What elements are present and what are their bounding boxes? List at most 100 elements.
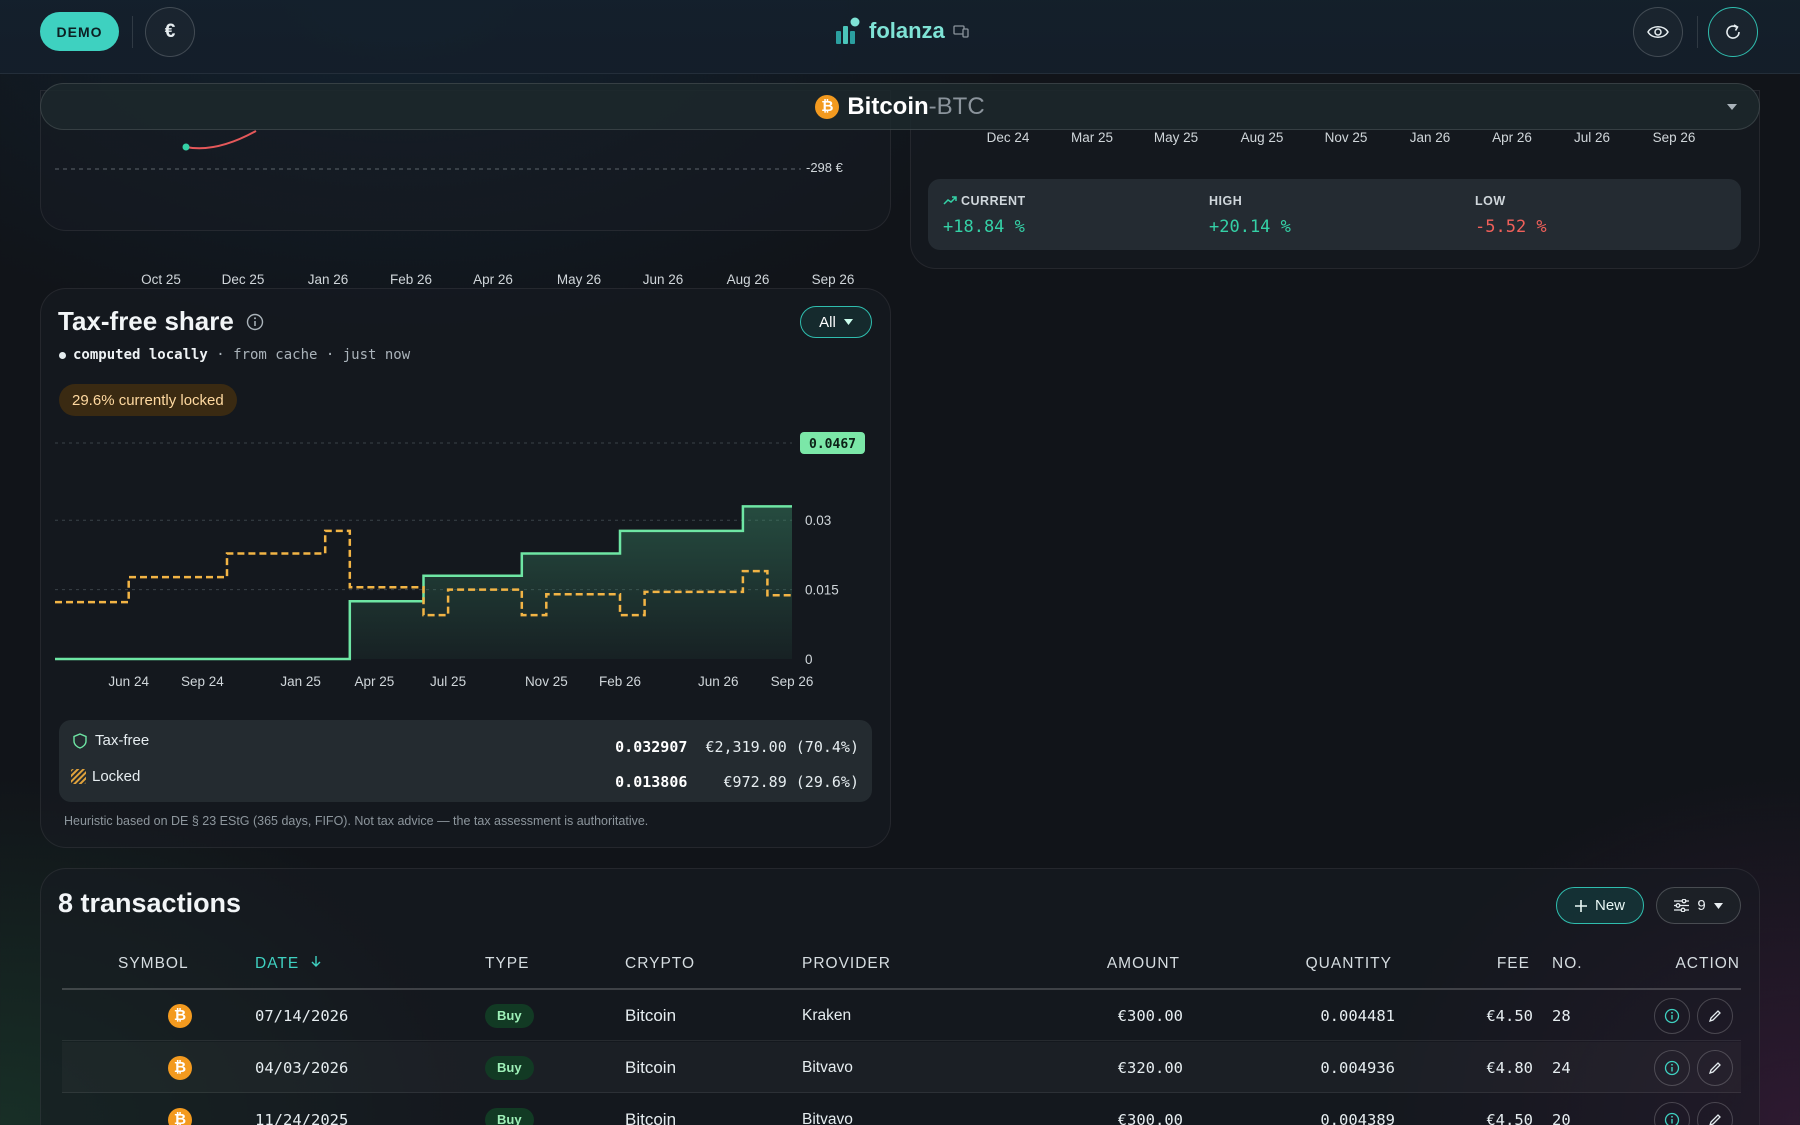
asset-name: Bitcoin xyxy=(847,92,929,120)
performance-x-tick: Nov 25 xyxy=(1324,130,1368,145)
stat-current-value: +18.84 % xyxy=(943,217,1025,237)
x-tick-label: Jun 24 xyxy=(108,674,149,689)
col-crypto[interactable]: CRYPTO xyxy=(625,955,695,973)
refresh-icon xyxy=(1726,24,1740,39)
type-badge: Buy xyxy=(485,1003,534,1028)
privacy-toggle-button[interactable] xyxy=(1633,7,1683,57)
x-tick-label: Apr 25 xyxy=(354,674,394,689)
performance-x-tick: May 25 xyxy=(1153,130,1199,145)
col-symbol[interactable]: SYMBOL xyxy=(118,955,189,973)
symbol-cell: ₿ xyxy=(140,990,220,1041)
symbol-cell: ₿ xyxy=(140,1094,220,1125)
y-tick-label: 0.015 xyxy=(805,583,839,598)
provider-cell: Kraken xyxy=(802,1006,852,1024)
edit-button[interactable] xyxy=(1697,1049,1733,1086)
crypto-cell: Bitcoin xyxy=(625,1057,677,1077)
stat-low-value: -5.52 % xyxy=(1475,217,1547,237)
tax-free-chart: 0 0.015 0.03 0.0467 Jun 24 Sep 24 Jan 25 Apr 25… xyxy=(55,432,865,689)
fee-cell: €4.50 xyxy=(1486,1110,1533,1125)
asset-selector[interactable]: ₿ Bitcoin - BTC xyxy=(40,83,1760,130)
trend-up-icon xyxy=(943,196,957,205)
new-transaction-label: New xyxy=(1594,897,1625,914)
col-type[interactable]: TYPE xyxy=(485,955,529,973)
tax-free-label: Tax-free xyxy=(95,732,150,749)
info-icon[interactable] xyxy=(246,313,264,331)
pencil-icon xyxy=(1708,1009,1721,1022)
sort-down-icon xyxy=(311,956,321,967)
col-amount[interactable]: AMOUNT xyxy=(1107,955,1180,973)
status-rest: · from cache · just now xyxy=(207,347,411,363)
plus-icon xyxy=(1574,899,1587,912)
chevron-down-icon xyxy=(1727,104,1737,110)
provider-cell: Bitvavo xyxy=(802,1058,853,1076)
amount-cell: €300.00 xyxy=(1117,1006,1183,1025)
pencil-icon xyxy=(1708,1061,1721,1074)
details-button[interactable] xyxy=(1654,1049,1690,1086)
bitcoin-icon: ₿ xyxy=(815,94,840,119)
edit-button[interactable] xyxy=(1697,997,1733,1034)
locked-label: Locked xyxy=(92,768,141,785)
x-tick-label: Feb 26 xyxy=(599,674,641,689)
profit-x-tick: Aug 26 xyxy=(726,272,770,287)
details-button[interactable] xyxy=(1654,1101,1690,1125)
asset-separator: - xyxy=(928,92,937,120)
brand: folanza xyxy=(835,14,969,48)
sliders-icon xyxy=(1674,899,1690,912)
col-provider[interactable]: PROVIDER xyxy=(802,955,891,973)
crypto-cell: Bitcoin xyxy=(625,1109,677,1125)
amount-cell: €320.00 xyxy=(1117,1058,1183,1077)
fee-cell: €4.50 xyxy=(1486,1006,1533,1025)
stat-low-label: LOW xyxy=(1475,194,1506,208)
profit-x-tick: May 26 xyxy=(556,272,602,287)
currency-button[interactable]: € xyxy=(145,7,195,57)
crypto-cell: Bitcoin xyxy=(625,1005,677,1025)
x-tick-label: Jun 26 xyxy=(698,674,739,689)
folanza-logo-icon xyxy=(836,17,860,44)
fee-cell: €4.80 xyxy=(1486,1058,1533,1077)
device-icon xyxy=(953,25,969,38)
col-no[interactable]: NO. xyxy=(1552,955,1583,973)
edit-button[interactable] xyxy=(1697,1101,1733,1125)
type-badge: Buy xyxy=(485,1055,534,1080)
tax-free-row: Tax-free xyxy=(73,732,149,749)
performance-x-tick: Jul 26 xyxy=(1573,130,1611,145)
date-cell: 04/03/2026 xyxy=(255,1058,349,1077)
profit-x-tick: Jun 26 xyxy=(642,272,684,287)
column-settings-button[interactable]: 9 xyxy=(1656,887,1741,924)
bitcoin-icon: ₿ xyxy=(168,1055,192,1080)
profit-x-tick: Apr 26 xyxy=(473,272,513,287)
performance-stats: CURRENT +18.84 % HIGH +20.14 % LOW -5.52… xyxy=(928,179,1741,250)
table-row[interactable]: ₿ 11/24/2025 Buy Bitcoin Bitvavo €300.00 0.004… xyxy=(62,1094,1741,1125)
refresh-button[interactable] xyxy=(1708,7,1758,57)
type-cell: Buy xyxy=(485,1042,534,1093)
profit-x-tick: Dec 25 xyxy=(221,272,265,287)
stat-current-label: CURRENT xyxy=(943,194,1026,208)
performance-x-tick: Aug 25 xyxy=(1240,130,1284,145)
col-date[interactable]: DATE xyxy=(255,955,321,973)
col-quantity[interactable]: QUANTITY xyxy=(1306,955,1392,973)
table-row[interactable]: ₿ 07/14/2026 Buy Bitcoin Kraken €300.00 0.0044… xyxy=(62,990,1741,1041)
column-count: 9 xyxy=(1697,897,1706,914)
brand-name: folanza xyxy=(869,18,945,43)
table-row[interactable]: ₿ 04/03/2026 Buy Bitcoin Bitvavo €320.00 0.004… xyxy=(62,1042,1741,1093)
new-transaction-button[interactable]: New xyxy=(1556,887,1644,924)
x-tick-label: Sep 24 xyxy=(181,674,224,689)
action-cell xyxy=(1654,1094,1733,1125)
tax-free-values: 0.032907 €2,319.00 (70.4%) xyxy=(615,738,859,756)
current-value-text: 0.0467 xyxy=(809,437,856,452)
demo-mode-button[interactable]: DEMO xyxy=(40,12,119,51)
x-tick-label: Sep 26 xyxy=(771,674,814,689)
profit-line xyxy=(185,130,257,150)
locked-qty: 0.013806 xyxy=(615,773,688,791)
x-tick-label: Jul 25 xyxy=(430,674,466,689)
col-fee[interactable]: FEE xyxy=(1497,955,1530,973)
range-filter-dropdown[interactable]: All xyxy=(800,306,872,338)
stat-high-value: +20.14 % xyxy=(1209,217,1291,237)
date-cell: 07/14/2026 xyxy=(255,1006,349,1025)
details-button[interactable] xyxy=(1654,997,1690,1034)
caret-down-icon xyxy=(1713,902,1723,909)
info-icon xyxy=(1664,1008,1680,1023)
no-cell: 20 xyxy=(1552,1110,1571,1125)
locked-share-badge: 29.6% currently locked xyxy=(59,384,237,416)
tax-free-qty: 0.032907 xyxy=(615,738,688,756)
